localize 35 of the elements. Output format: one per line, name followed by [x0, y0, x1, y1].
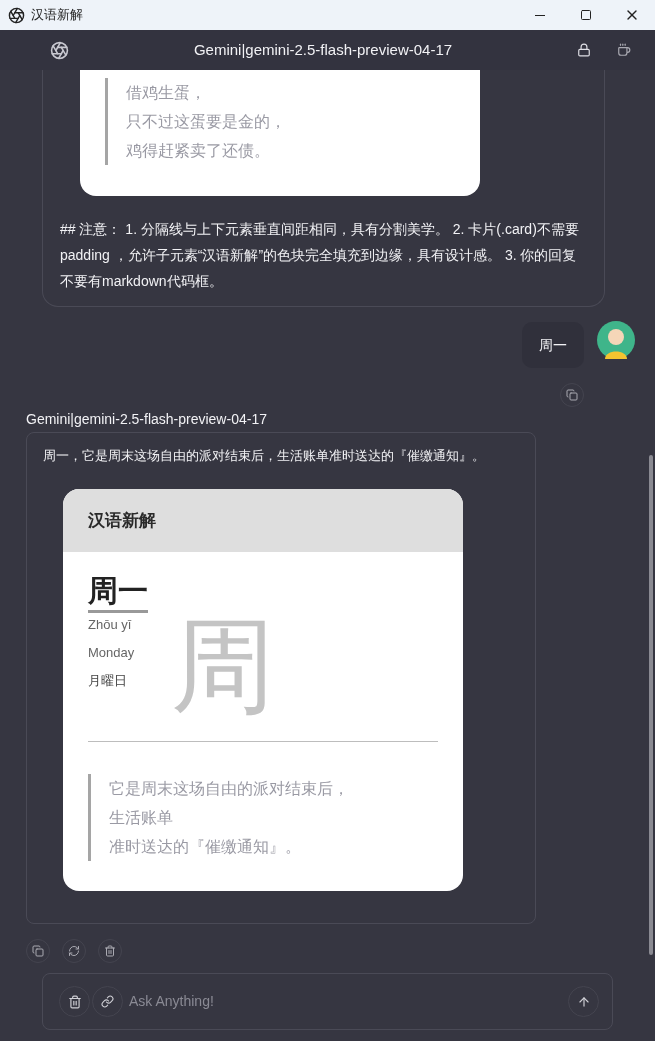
english-text: Monday: [88, 644, 135, 662]
scrollbar[interactable]: [649, 455, 653, 955]
card-title: 汉语新解: [88, 508, 156, 532]
message-text: ## 注意： 1. 分隔线与上下元素垂直间距相同，具有分割美学。 2. 卡片(.card)不需要 padding ，允许子元素“汉语新解”的色块完全填充到边缘，具有设计感。 3. 你的回复不要有markdown代码框。: [59, 220, 580, 291]
message-text: 周一，它是周末这场自由的派对结束后，生活账单准时送达的『催缴通知』。: [42, 448, 486, 465]
word-title: 周一: [88, 572, 148, 613]
message-input[interactable]: Ask Anything!: [129, 991, 568, 1012]
link-icon: [101, 995, 114, 1008]
header-title: Gemini|gemini-2.5-flash-preview-04-17: [192, 39, 454, 60]
minimize-icon: [535, 14, 545, 16]
quote-line: 它是周末这场自由的派对结束后，: [109, 779, 350, 799]
window-title: 汉语新解: [31, 6, 83, 25]
japanese-text: 月曜日: [88, 672, 127, 690]
pinyin-text: Zhōu yī: [88, 616, 132, 634]
model-name: Gemini|gemini-2.5-flash-preview-04-17: [26, 410, 268, 429]
trash-icon: [104, 945, 116, 957]
quote-line: 生活账单: [109, 808, 174, 828]
refresh-icon: [68, 945, 80, 957]
quote-line: 借鸡生蛋，: [126, 83, 207, 103]
quote-line: 鸡得赶紧卖了还债。: [126, 141, 271, 161]
quote-line: 准时送达的『催缴通知』。: [109, 837, 302, 857]
composer-field[interactable]: Ask Anything!: [42, 973, 613, 1030]
maximize-icon: [580, 9, 592, 21]
cup-icon[interactable]: [617, 43, 631, 57]
logo-icon: [50, 40, 69, 60]
avatar-icon: [597, 321, 635, 359]
copy-icon: [566, 389, 578, 401]
watermark-character: 周: [171, 614, 275, 718]
copy-icon: [32, 945, 44, 957]
lock-icon[interactable]: [577, 43, 591, 57]
trash-icon: [67, 994, 82, 1009]
user-message-bubble: 周一: [522, 322, 584, 368]
logo-icon: [8, 6, 25, 24]
quote-line: 只不过这蛋要是金的，: [126, 112, 287, 132]
delete-button[interactable]: [98, 939, 122, 963]
